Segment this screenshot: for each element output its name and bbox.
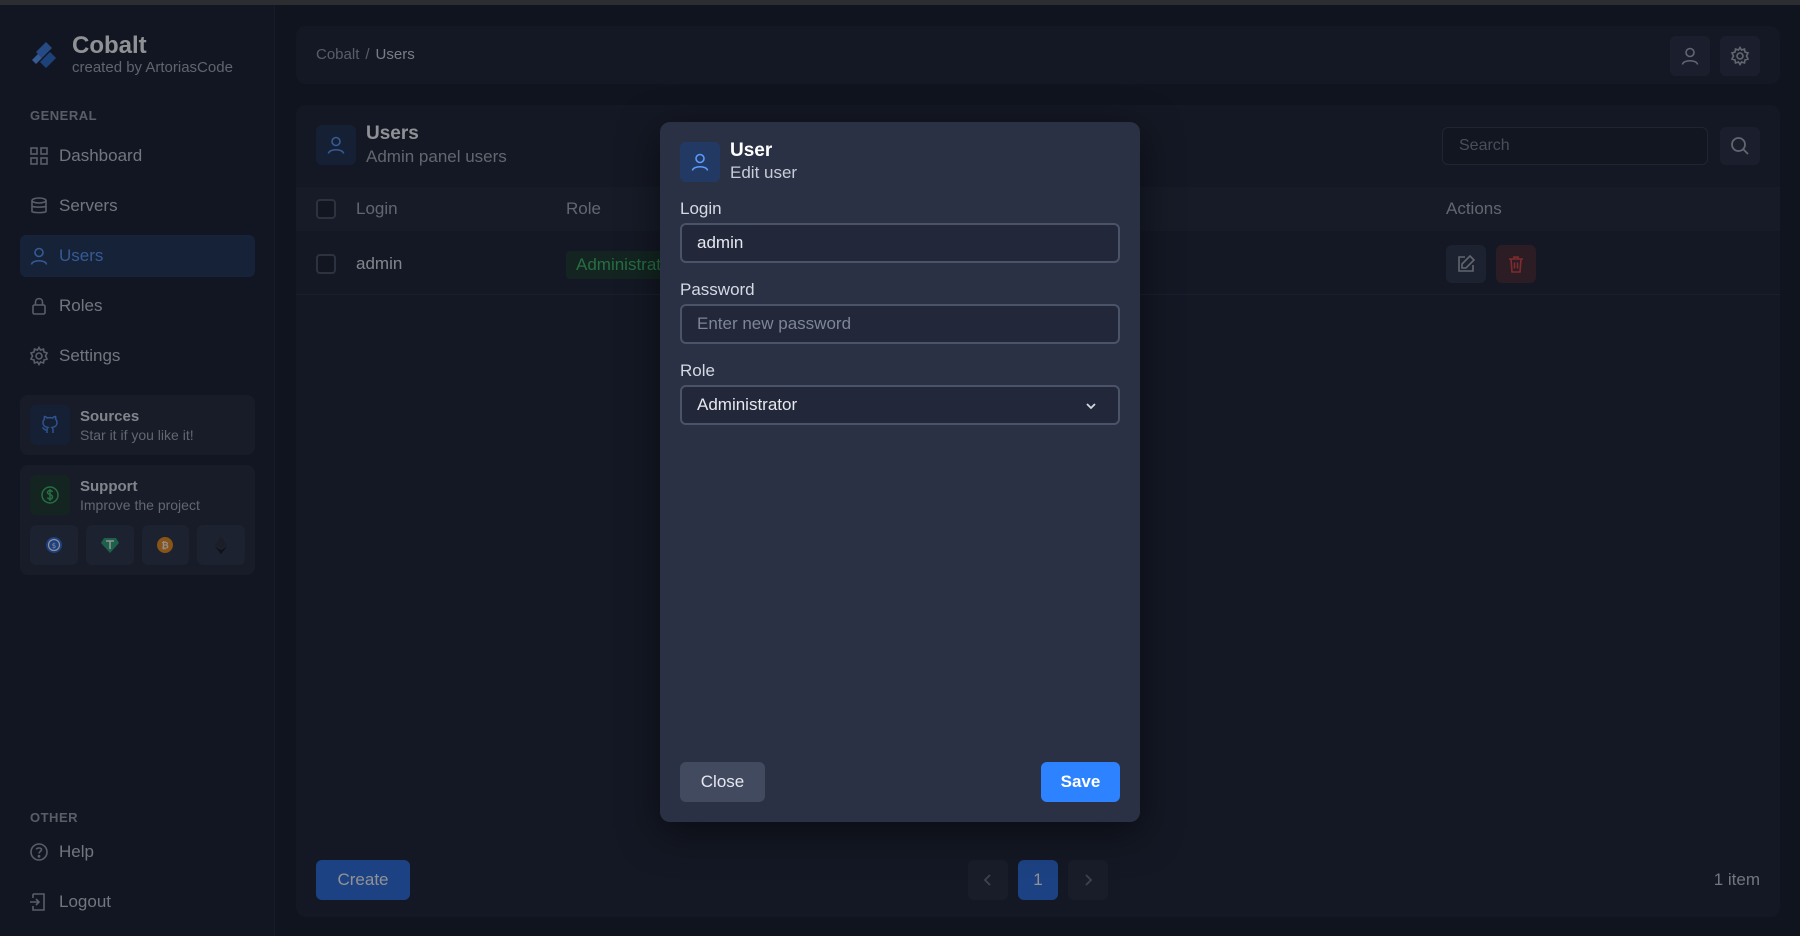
role-select[interactable]: Administrator xyxy=(680,385,1120,425)
save-button[interactable]: Save xyxy=(1041,762,1120,802)
login-label: Login xyxy=(680,199,722,218)
modal-title: User xyxy=(730,140,773,161)
edit-user-modal: User Edit user Login Password Role Admin… xyxy=(660,122,1140,822)
role-select-value: Administrator xyxy=(697,395,798,414)
role-label: Role xyxy=(680,361,715,380)
user-icon xyxy=(680,142,720,182)
password-label: Password xyxy=(680,280,755,299)
password-field[interactable] xyxy=(680,304,1120,344)
modal-subtitle: Edit user xyxy=(730,163,798,182)
chevron-down-icon xyxy=(1086,403,1096,410)
close-button[interactable]: Close xyxy=(680,762,765,802)
login-field[interactable] xyxy=(680,223,1120,263)
